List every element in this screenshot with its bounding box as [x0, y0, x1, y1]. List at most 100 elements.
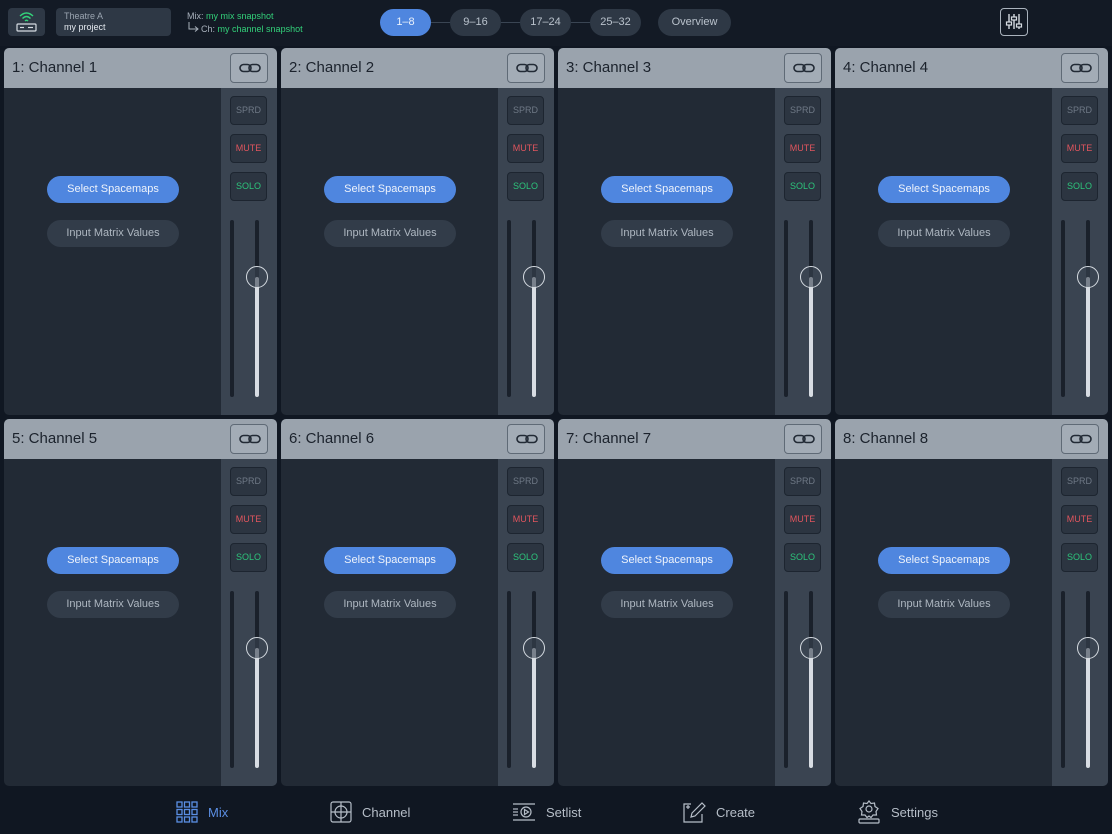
setlist-icon — [513, 803, 535, 821]
channel-header[interactable]: 6: Channel 6 — [281, 419, 554, 459]
input-matrix-values-button[interactable]: Input Matrix Values — [47, 591, 179, 618]
fader-knob[interactable] — [246, 637, 268, 659]
input-matrix-values-button[interactable]: Input Matrix Values — [324, 220, 456, 247]
mute-button[interactable]: MUTE — [784, 134, 821, 163]
select-spacemaps-button[interactable]: Select Spacemaps — [47, 176, 179, 203]
mix-label: Mix: — [187, 11, 204, 21]
spread-button[interactable]: SPRD — [784, 96, 821, 125]
input-matrix-values-button[interactable]: Input Matrix Values — [878, 591, 1010, 618]
link-icon — [516, 434, 538, 444]
mute-button[interactable]: MUTE — [230, 505, 267, 534]
fader-track[interactable] — [809, 220, 813, 397]
tab-settings-label: Settings — [891, 804, 938, 820]
tab-create[interactable]: Create — [682, 800, 755, 824]
fader-track[interactable] — [532, 220, 536, 397]
channel-controls: SPRD MUTE SOLO — [1052, 88, 1108, 415]
spread-button[interactable]: SPRD — [507, 467, 544, 496]
overview-button[interactable]: Overview — [658, 9, 731, 36]
level-meter — [1061, 220, 1065, 397]
link-button[interactable] — [230, 53, 268, 83]
link-button[interactable] — [784, 424, 822, 454]
fader-knob[interactable] — [800, 266, 822, 288]
spread-button[interactable]: SPRD — [784, 467, 821, 496]
channel-strip-5: 5: Channel 5 Select Spacemaps Input Matr… — [4, 419, 277, 786]
solo-button[interactable]: SOLO — [230, 543, 267, 572]
spread-button[interactable]: SPRD — [1061, 467, 1098, 496]
mixer-view-button[interactable] — [1000, 8, 1028, 36]
fader-track[interactable] — [532, 591, 536, 768]
fader-track[interactable] — [809, 591, 813, 768]
select-spacemaps-button[interactable]: Select Spacemaps — [324, 176, 456, 203]
channel-header[interactable]: 2: Channel 2 — [281, 48, 554, 88]
channel-header[interactable]: 7: Channel 7 — [558, 419, 831, 459]
select-spacemaps-button[interactable]: Select Spacemaps — [878, 547, 1010, 574]
mute-button[interactable]: MUTE — [1061, 134, 1098, 163]
page-button-17-24[interactable]: 17–24 — [520, 9, 571, 36]
link-button[interactable] — [230, 424, 268, 454]
mute-button[interactable]: MUTE — [507, 505, 544, 534]
select-spacemaps-button[interactable]: Select Spacemaps — [878, 176, 1010, 203]
fader-knob[interactable] — [523, 637, 545, 659]
input-matrix-values-button[interactable]: Input Matrix Values — [324, 591, 456, 618]
solo-button[interactable]: SOLO — [784, 172, 821, 201]
solo-button[interactable]: SOLO — [230, 172, 267, 201]
page-button-9-16[interactable]: 9–16 — [450, 9, 501, 36]
solo-button[interactable]: SOLO — [507, 543, 544, 572]
channel-header[interactable]: 5: Channel 5 — [4, 419, 277, 459]
link-button[interactable] — [1061, 53, 1099, 83]
input-matrix-values-button[interactable]: Input Matrix Values — [47, 220, 179, 247]
link-button[interactable] — [784, 53, 822, 83]
spread-button[interactable]: SPRD — [230, 96, 267, 125]
spread-button[interactable]: SPRD — [1061, 96, 1098, 125]
solo-button[interactable]: SOLO — [1061, 172, 1098, 201]
fader-track[interactable] — [1086, 220, 1090, 397]
mute-button[interactable]: MUTE — [230, 134, 267, 163]
channel-header[interactable]: 8: Channel 8 — [835, 419, 1108, 459]
select-spacemaps-button[interactable]: Select Spacemaps — [324, 547, 456, 574]
page-button-1-8[interactable]: 1–8 — [380, 9, 431, 36]
mute-button[interactable]: MUTE — [1061, 505, 1098, 534]
tab-mix[interactable]: Mix — [176, 800, 228, 824]
channel-controls: SPRD MUTE SOLO — [1052, 459, 1108, 786]
input-matrix-values-button[interactable]: Input Matrix Values — [601, 591, 733, 618]
spread-button[interactable]: SPRD — [230, 467, 267, 496]
snapshot-info[interactable]: Mix: my mix snapshot Ch: my channel snap… — [187, 10, 303, 35]
fader-knob[interactable] — [246, 266, 268, 288]
fader-fill — [532, 648, 536, 768]
mute-button[interactable]: MUTE — [507, 134, 544, 163]
input-matrix-values-button[interactable]: Input Matrix Values — [601, 220, 733, 247]
fader-fill — [1086, 277, 1090, 397]
fader-track[interactable] — [1086, 591, 1090, 768]
channel-header[interactable]: 3: Channel 3 — [558, 48, 831, 88]
select-spacemaps-button[interactable]: Select Spacemaps — [47, 547, 179, 574]
input-matrix-values-button[interactable]: Input Matrix Values — [878, 220, 1010, 247]
solo-button[interactable]: SOLO — [784, 543, 821, 572]
fader-knob[interactable] — [523, 266, 545, 288]
fader-knob[interactable] — [800, 637, 822, 659]
link-button[interactable] — [507, 424, 545, 454]
fader-track[interactable] — [255, 591, 259, 768]
fader-knob[interactable] — [1077, 266, 1099, 288]
fader-track[interactable] — [255, 220, 259, 397]
tab-settings[interactable]: Settings — [857, 800, 938, 824]
wireless-device-button[interactable] — [8, 8, 45, 36]
mute-button[interactable]: MUTE — [784, 505, 821, 534]
select-spacemaps-button[interactable]: Select Spacemaps — [601, 176, 733, 203]
page-button-25-32[interactable]: 25–32 — [590, 9, 641, 36]
channel-header[interactable]: 1: Channel 1 — [4, 48, 277, 88]
select-spacemaps-button[interactable]: Select Spacemaps — [601, 547, 733, 574]
spread-button[interactable]: SPRD — [507, 96, 544, 125]
fader-knob[interactable] — [1077, 637, 1099, 659]
solo-button[interactable]: SOLO — [1061, 543, 1098, 572]
fader-fill — [532, 277, 536, 397]
tab-setlist[interactable]: Setlist — [512, 800, 581, 824]
channel-page-selector: 1–8 9–16 17–24 25–32 Overview — [380, 9, 740, 36]
project-selector[interactable]: Theatre A my project — [56, 8, 171, 36]
level-meter — [507, 220, 511, 397]
link-button[interactable] — [1061, 424, 1099, 454]
level-meter — [784, 591, 788, 768]
link-button[interactable] — [507, 53, 545, 83]
solo-button[interactable]: SOLO — [507, 172, 544, 201]
tab-channel[interactable]: Channel — [330, 800, 410, 824]
channel-header[interactable]: 4: Channel 4 — [835, 48, 1108, 88]
